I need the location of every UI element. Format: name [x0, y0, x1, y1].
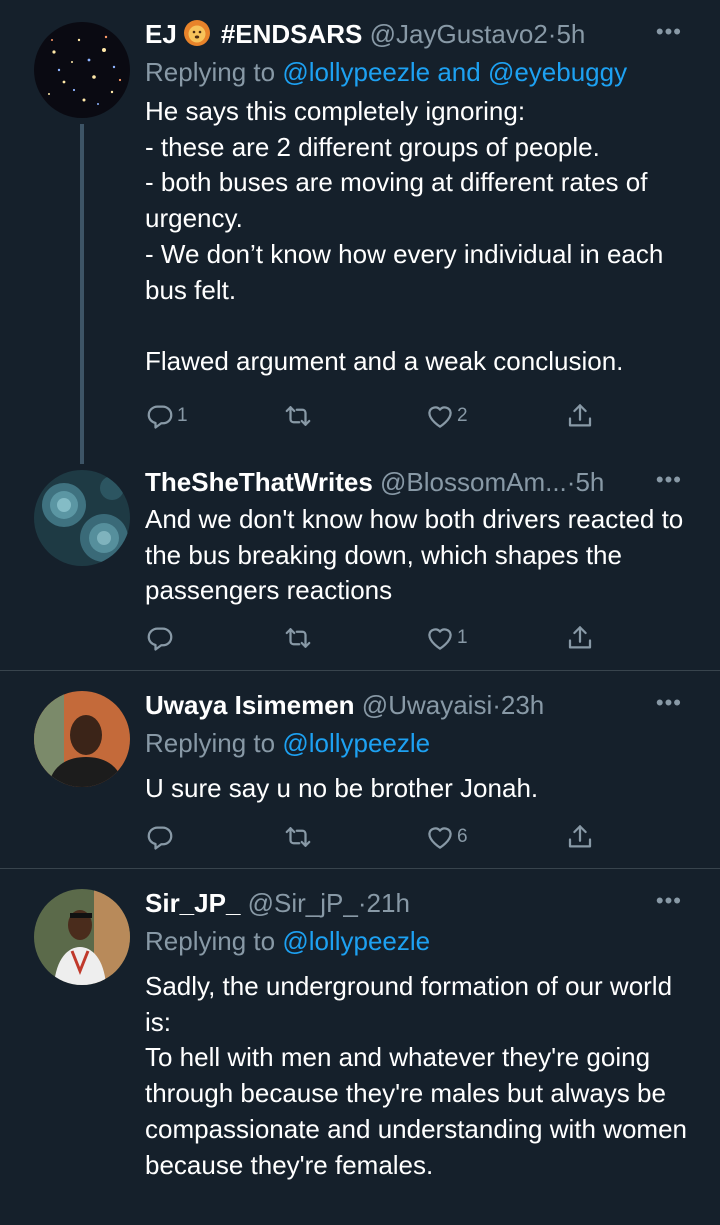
- display-name[interactable]: Uwaya Isimemen: [145, 690, 355, 720]
- tweet-header: EJ #ENDSARS @JayGustavo2·5h •••: [145, 14, 690, 54]
- share-button[interactable]: [565, 396, 595, 436]
- heart-icon: [425, 401, 455, 431]
- replying-to: Replying to @lollypeezle: [145, 923, 690, 959]
- more-options-icon[interactable]: •••: [656, 14, 682, 50]
- tweet-text: And we don't know how both drivers react…: [145, 504, 684, 606]
- tweet[interactable]: Uwaya Isimemen @Uwayaisi·23h ••• Replyin…: [0, 671, 720, 868]
- timestamp[interactable]: 23h: [501, 690, 544, 720]
- timestamp[interactable]: 21h: [367, 888, 410, 918]
- separator-dot: ·: [492, 690, 501, 720]
- like-count: 2: [457, 405, 468, 426]
- replying-to-link[interactable]: @lollypeezle: [282, 926, 430, 956]
- tweet-actions: 1: [145, 618, 605, 658]
- display-name-badge: #ENDSARS: [220, 19, 363, 49]
- user-handle[interactable]: @Sir_jP_: [248, 888, 358, 918]
- tweet-text: Sadly, the underground formation of our …: [145, 971, 688, 1180]
- display-name[interactable]: EJ: [145, 19, 177, 49]
- retweet-icon: [283, 623, 313, 653]
- thread-line: [80, 124, 84, 464]
- reply-button[interactable]: 1: [145, 396, 188, 436]
- reply-icon: [145, 822, 175, 852]
- replying-to: Replying to @lollypeezle and @eyebuggy: [145, 54, 690, 90]
- retweet-button[interactable]: [283, 618, 315, 658]
- separator-dot: ·: [357, 888, 367, 918]
- reply-icon: [145, 623, 175, 653]
- share-button[interactable]: [565, 817, 595, 857]
- share-icon: [565, 401, 595, 431]
- avatar[interactable]: [34, 470, 130, 566]
- reply-icon: [145, 401, 175, 431]
- like-count: 6: [457, 826, 468, 847]
- heart-icon: [425, 822, 455, 852]
- tweet[interactable]: Sir_JP_ @Sir_jP_·21h ••• Replying to @lo…: [0, 869, 720, 1225]
- retweet-button[interactable]: [283, 396, 315, 436]
- replying-to-link[interactable]: @lollypeezle: [282, 728, 430, 758]
- display-name[interactable]: Sir_JP_: [145, 888, 240, 918]
- tweet-header: Sir_JP_ @Sir_jP_·21h •••: [145, 883, 690, 923]
- lion-emoji-icon: [183, 18, 211, 46]
- avatar[interactable]: [34, 691, 130, 787]
- more-options-icon[interactable]: •••: [656, 462, 682, 498]
- like-button[interactable]: 2: [425, 396, 468, 436]
- tweet-actions: 1 2: [145, 396, 605, 436]
- like-button[interactable]: 1: [425, 618, 468, 658]
- share-icon: [565, 822, 595, 852]
- reply-button[interactable]: [145, 618, 177, 658]
- retweet-icon: [283, 822, 313, 852]
- tweet[interactable]: EJ #ENDSARS @JayGustavo2·5h ••• Replying…: [0, 0, 720, 464]
- more-options-icon[interactable]: •••: [656, 685, 682, 721]
- replying-to-link[interactable]: @lollypeezle and @eyebuggy: [282, 57, 627, 87]
- user-handle[interactable]: @BlossomAm...: [380, 467, 567, 497]
- replying-to-label: Replying to: [145, 728, 276, 758]
- share-button[interactable]: [565, 618, 595, 658]
- like-button[interactable]: 6: [425, 817, 468, 857]
- tweet-text: He says this completely ignoring: - thes…: [145, 96, 664, 376]
- replying-to: Replying to @lollypeezle: [145, 725, 690, 761]
- replying-to-label: Replying to: [145, 926, 276, 956]
- like-count: 1: [457, 627, 468, 648]
- retweet-button[interactable]: [283, 817, 315, 857]
- user-handle[interactable]: @JayGustavo2: [370, 19, 548, 49]
- display-name[interactable]: TheSheThatWrites: [145, 467, 373, 497]
- tweet-actions: 6: [145, 817, 605, 857]
- tweet-header: TheSheThatWrites @BlossomAm...·5h •••: [145, 462, 690, 502]
- retweet-icon: [283, 401, 313, 431]
- tweet-header: Uwaya Isimemen @Uwayaisi·23h •••: [145, 685, 690, 725]
- more-options-icon[interactable]: •••: [656, 883, 682, 919]
- heart-icon: [425, 623, 455, 653]
- timestamp[interactable]: 5h: [556, 19, 585, 49]
- share-icon: [565, 623, 595, 653]
- tweet-text: U sure say u no be brother Jonah.: [145, 773, 539, 803]
- timestamp[interactable]: 5h: [575, 467, 604, 497]
- avatar[interactable]: [34, 889, 130, 985]
- replying-to-label: Replying to: [145, 57, 276, 87]
- reply-count: 1: [177, 405, 188, 426]
- tweet[interactable]: TheSheThatWrites @BlossomAm...·5h ••• An…: [0, 460, 720, 670]
- timeline: EJ #ENDSARS @JayGustavo2·5h ••• Replying…: [0, 0, 720, 1225]
- avatar[interactable]: [34, 22, 130, 118]
- user-handle[interactable]: @Uwayaisi: [362, 690, 492, 720]
- reply-button[interactable]: [145, 817, 177, 857]
